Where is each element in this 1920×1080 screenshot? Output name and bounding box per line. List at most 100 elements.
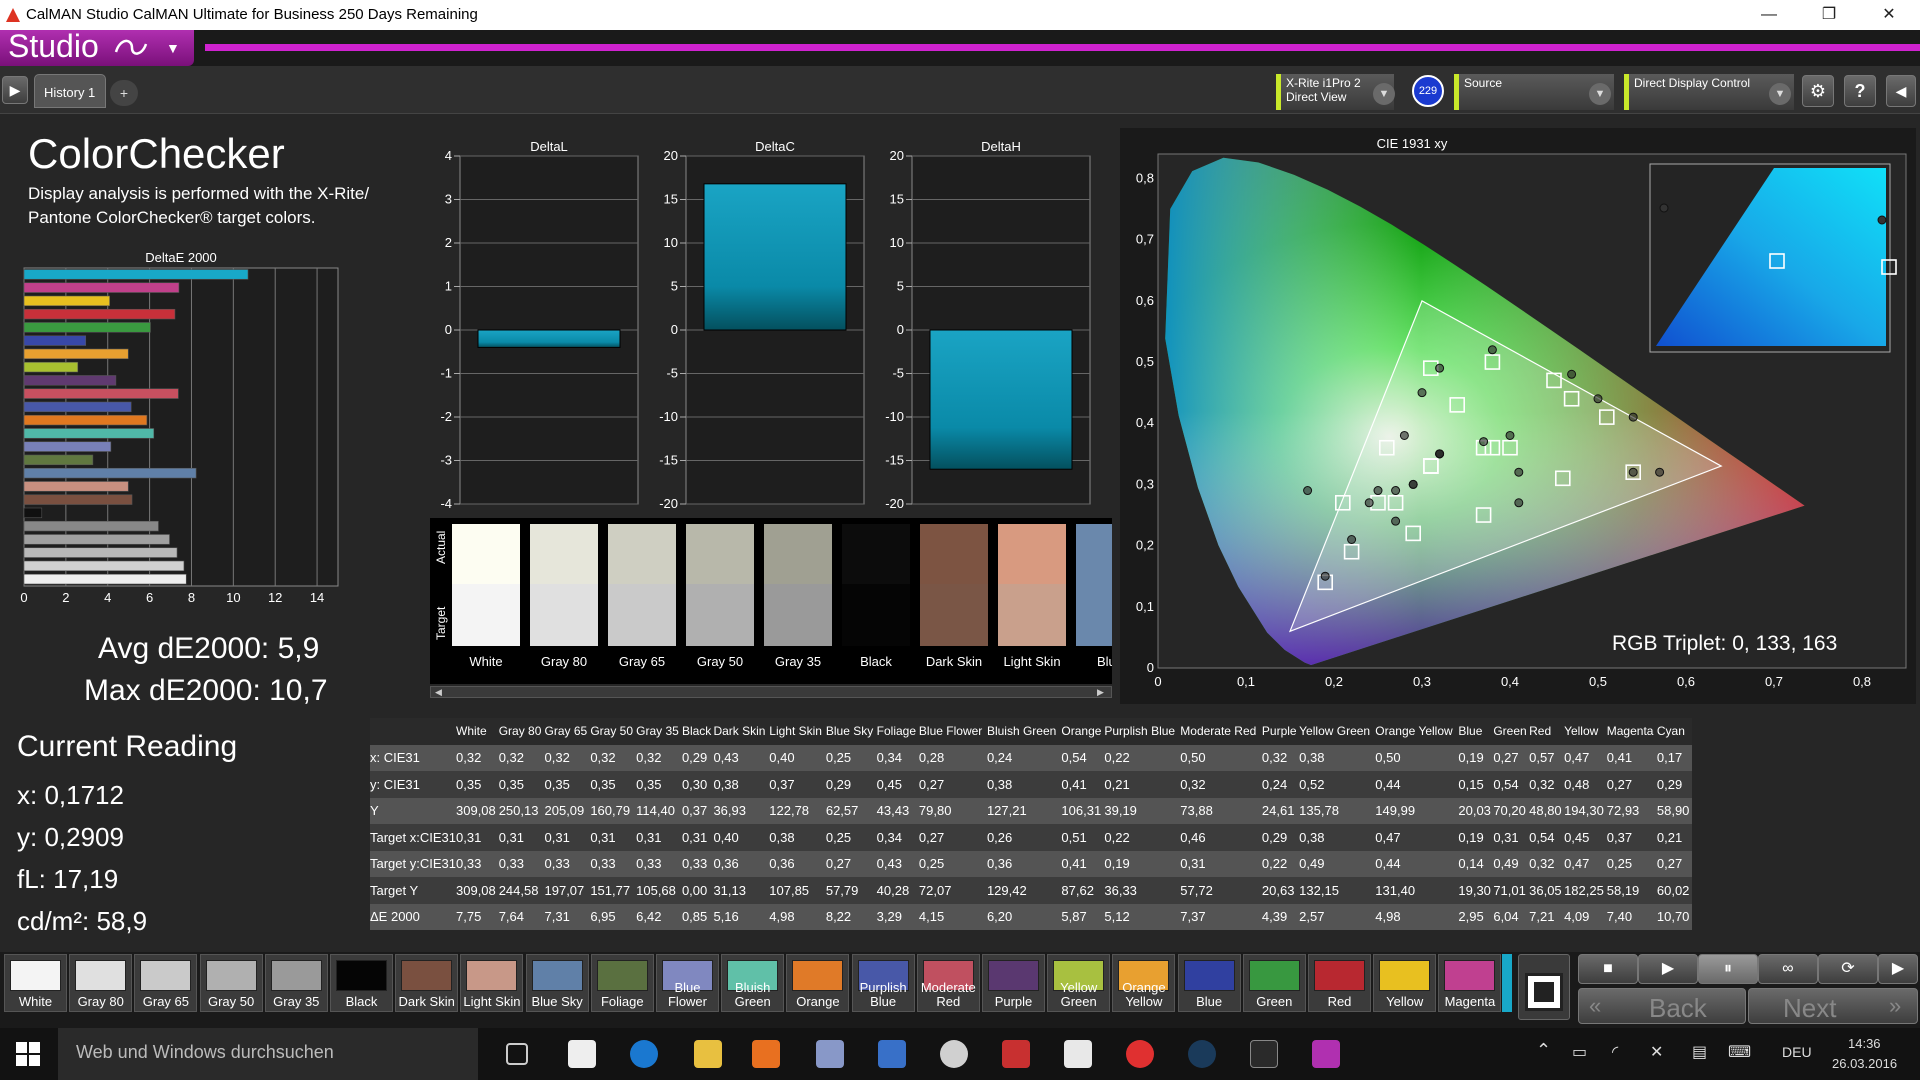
restore-button[interactable]: ❐	[1800, 0, 1858, 30]
wifi-icon[interactable]: ◜	[1612, 1042, 1618, 1062]
swatch-label: Red	[1327, 994, 1352, 1009]
column-header: Dark Skin	[713, 718, 770, 745]
swatch-button-dark-skin[interactable]: Dark Skin	[395, 954, 459, 1012]
swatch-button-red[interactable]: Red	[1308, 954, 1371, 1012]
table-cell: 4,15	[918, 903, 987, 930]
swatch-button-orange[interactable]: Orange	[786, 954, 850, 1012]
edge-browser-icon[interactable]	[630, 1040, 658, 1068]
media-player-icon[interactable]	[752, 1040, 780, 1068]
taskbar-search-input[interactable]: Web und Windows durchsuchen	[58, 1028, 478, 1080]
swatch-button-black[interactable]: Black	[330, 954, 393, 1012]
swatch-chip	[336, 960, 387, 991]
clock-time[interactable]: 14:36	[1848, 1036, 1881, 1051]
swatch-button-blue-sky[interactable]: Blue Sky	[525, 954, 589, 1012]
meter-selector[interactable]: X-Rite i1Pro 2 Direct View ▼	[1276, 74, 1395, 110]
swatch-button-magenta[interactable]: Magenta	[1438, 954, 1502, 1012]
studio-menu-button[interactable]: Studio ▼	[0, 28, 194, 66]
gear-icon[interactable]: ⚙	[1802, 75, 1834, 107]
chart-title: CIE 1931 xy	[1377, 136, 1448, 151]
camera-app-icon[interactable]	[940, 1040, 968, 1068]
table-cell: 107,85	[769, 877, 826, 904]
avg-de2000: Avg dE2000: 5,9	[98, 632, 320, 665]
swatch-button-green[interactable]: Green	[1242, 954, 1306, 1012]
tick-label: 10	[664, 235, 678, 250]
loop-icon[interactable]: ∞	[1758, 954, 1818, 984]
snipping-tool-icon[interactable]	[1064, 1040, 1092, 1068]
swatch-button-blue-flower[interactable]: Blue Flower	[656, 954, 719, 1012]
tab-history-1[interactable]: History 1	[34, 74, 106, 108]
back-button[interactable]: « Back	[1578, 988, 1746, 1024]
table-cell: 5,87	[1061, 903, 1105, 930]
table-cell: 79,80	[918, 797, 987, 824]
cpu-z-icon[interactable]	[1126, 1040, 1154, 1068]
swatch-button-yellow-green[interactable]: Yellow Green	[1047, 954, 1111, 1012]
table-row: Target y:CIE31 0,33 0,33 0,33 0,33 0,33 0,33 0,…	[370, 850, 1692, 877]
next-button[interactable]: Next »	[1748, 988, 1918, 1024]
bottom-swatch-list: White Gray 80 Gray 65 Gray 50 Gray 35 Black Da…	[4, 952, 1502, 1028]
clock-date[interactable]: 26.03.2016	[1832, 1056, 1897, 1071]
swatch-label: Gray 35	[273, 994, 320, 1009]
add-tab-button[interactable]: +	[110, 80, 138, 106]
volume-muted-icon[interactable]: ✕	[1650, 1042, 1663, 1062]
swatch-button-purple[interactable]: Purple	[982, 954, 1045, 1012]
scroll-left-icon[interactable]: ◀	[435, 687, 442, 698]
stop-measure-button[interactable]	[1518, 954, 1570, 1020]
column-header: Gray 65	[544, 718, 591, 745]
play-icon[interactable]: ▶	[2, 76, 28, 104]
swatch-button-light-skin[interactable]: Light Skin	[460, 954, 524, 1012]
tick-label: 2	[62, 590, 69, 605]
stop-icon[interactable]: ■	[1578, 954, 1638, 984]
calman-taskbar-icon[interactable]	[1312, 1040, 1340, 1068]
tab-label: History 1	[44, 85, 96, 100]
swatch-button-orange-yellow[interactable]: Orange Yellow	[1112, 954, 1176, 1012]
scroll-right-icon[interactable]: ▶	[1097, 687, 1104, 698]
task-view-icon[interactable]	[506, 1043, 528, 1065]
pause-icon[interactable]: ⏸	[1698, 954, 1758, 984]
steps-recorder-icon[interactable]	[1002, 1040, 1030, 1068]
keyboard-icon[interactable]: ⌨	[1728, 1042, 1751, 1062]
notification-icon[interactable]: ▤	[1692, 1042, 1707, 1062]
close-button[interactable]: ✕	[1860, 0, 1918, 30]
chevron-up-icon[interactable]: ⌃	[1536, 1040, 1551, 1061]
collapse-panel-icon[interactable]: ◀	[1886, 75, 1916, 107]
steam-icon[interactable]	[1188, 1040, 1216, 1068]
windows-start-icon[interactable]	[16, 1042, 40, 1071]
battery-icon[interactable]: ▭	[1572, 1042, 1587, 1062]
remote-desktop-icon[interactable]	[878, 1040, 906, 1068]
language-indicator[interactable]: DEU	[1782, 1044, 1812, 1060]
swatch-label: Moderate Red	[920, 980, 976, 1009]
source-selector[interactable]: Source ▼	[1454, 74, 1614, 110]
delta-h-chart: DeltaH 20 15 10 5 0 -5 -10 -15 -20	[885, 139, 1091, 511]
swatch-button-gray-35[interactable]: Gray 35	[264, 954, 328, 1012]
swatch-button-blue[interactable]: Blue	[1177, 954, 1241, 1012]
swatch-button-foliage[interactable]: Foliage	[590, 954, 654, 1012]
y-tick-label: 0,6	[1136, 293, 1154, 308]
swatch-button-yellow[interactable]: Yellow	[1373, 954, 1437, 1012]
help-icon[interactable]: ?	[1844, 75, 1876, 107]
swatch-chip	[205, 960, 257, 991]
swatch-button-gray-80[interactable]: Gray 80	[69, 954, 133, 1012]
swatch-button-gray-50[interactable]: Gray 50	[199, 954, 263, 1012]
refresh-icon[interactable]: ⟳	[1818, 954, 1878, 984]
next-step-icon[interactable]: ▶	[1878, 954, 1918, 984]
display-control-selector[interactable]: Direct Display Control ▼	[1624, 74, 1794, 110]
swatch-button-white[interactable]: White	[4, 954, 67, 1012]
table-cell: 7,75	[456, 903, 499, 930]
terminal-icon[interactable]	[1250, 1040, 1278, 1068]
table-cell: 6,20	[986, 903, 1062, 930]
cyan-swatch-edge[interactable]	[1502, 954, 1512, 1012]
swatch-button-purplish-blue[interactable]: Purplish Blue	[851, 954, 915, 1012]
minimize-button[interactable]: —	[1740, 0, 1798, 30]
swatch-button-moderate-red[interactable]: Moderate Red	[916, 954, 980, 1012]
play-icon[interactable]: ▶	[1638, 954, 1698, 984]
table-cell: 0,54	[1529, 824, 1565, 851]
swatch-button-bluish-green[interactable]: Bluish Green	[721, 954, 785, 1012]
table-cell: 250,13	[498, 797, 545, 824]
store-icon[interactable]	[568, 1040, 596, 1068]
calman-app-icon	[4, 6, 22, 24]
swatch-strip-scrollbar[interactable]: ◀ ▶	[430, 686, 1112, 698]
bar-moderate-red	[23, 388, 179, 399]
file-explorer-icon[interactable]	[694, 1040, 722, 1068]
paint-icon[interactable]	[816, 1040, 844, 1068]
swatch-button-gray-65[interactable]: Gray 65	[134, 954, 198, 1012]
